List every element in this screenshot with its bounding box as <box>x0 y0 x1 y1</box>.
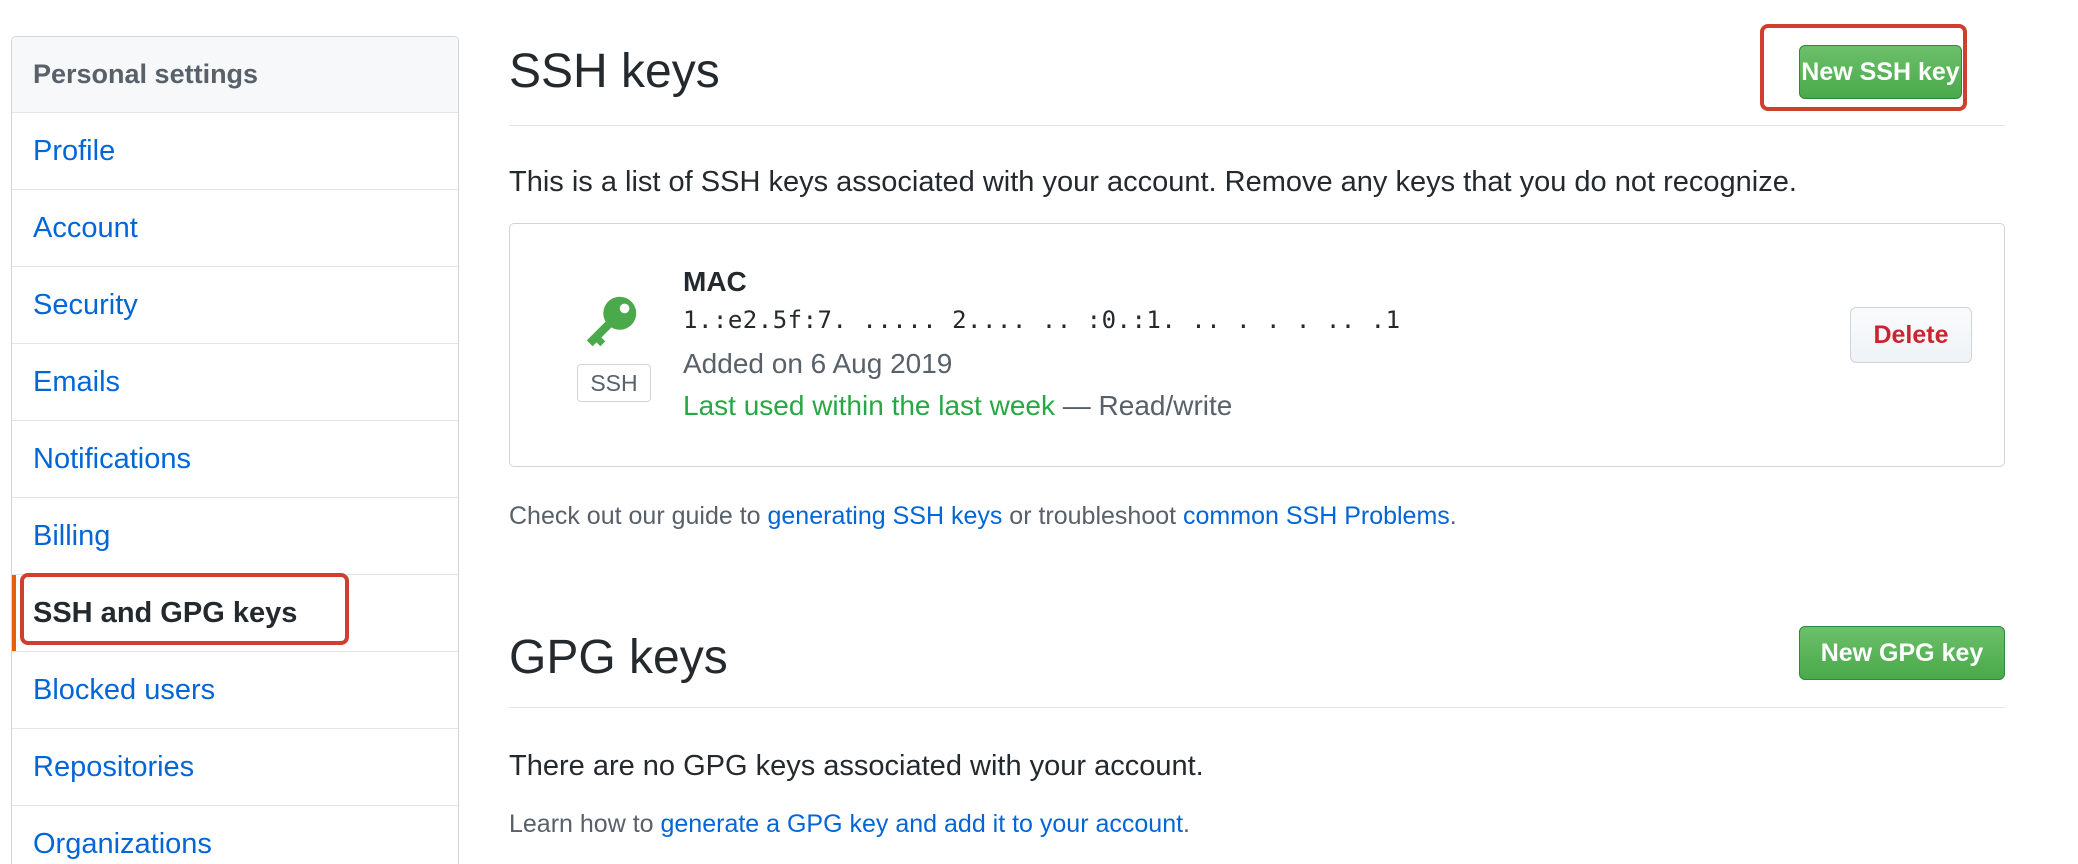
ssh-section-header: SSH keys New SSH key <box>509 0 2005 126</box>
sidebar-header: Personal settings <box>12 37 458 113</box>
gpg-empty-text: There are no GPG keys associated with yo… <box>509 750 1204 782</box>
ssh-tag: SSH <box>577 364 651 402</box>
delete-key-button[interactable]: Delete <box>1850 307 1972 363</box>
key-usage: Last used within the last week — Read/wr… <box>683 390 1232 422</box>
sidebar-item-organizations[interactable]: Organizations <box>12 806 458 864</box>
sidebar-item-profile[interactable]: Profile <box>12 113 458 190</box>
gpg-learn-prefix: Learn how to <box>509 810 661 838</box>
sidebar-item-ssh-gpg-keys[interactable]: SSH and GPG keys <box>12 575 458 652</box>
key-name: MAC <box>683 266 747 297</box>
sidebar-item-notifications[interactable]: Notifications <box>12 421 458 498</box>
ssh-guide-middle: or troubleshoot <box>1002 502 1184 530</box>
ssh-guide-text: Check out our guide to generating SSH ke… <box>509 502 1457 531</box>
key-added-date: Added on 6 Aug 2019 <box>683 348 953 379</box>
sidebar-item-repositories[interactable]: Repositories <box>12 729 458 806</box>
new-ssh-key-button[interactable]: New SSH key <box>1799 45 1962 99</box>
main-content: SSH keys New SSH key This is a list of S… <box>509 0 2005 864</box>
ssh-guide-suffix: . <box>1449 502 1457 530</box>
generate-gpg-key-link[interactable]: generate a GPG key and add it to your ac… <box>661 810 1184 838</box>
ssh-key-item: SSH MAC 1.:e2.5f:7. ..... 2.... .. :0.:1… <box>509 223 2005 467</box>
settings-sidebar: Personal settings Profile Account Securi… <box>11 36 459 864</box>
common-ssh-problems-link[interactable]: common SSH Problems <box>1183 502 1450 530</box>
key-last-used: Last used within the last week <box>683 390 1055 421</box>
new-gpg-key-button[interactable]: New GPG key <box>1799 626 2005 680</box>
ssh-keys-title: SSH keys <box>509 45 720 98</box>
key-access: — Read/write <box>1054 390 1233 421</box>
gpg-learn-suffix: . <box>1183 810 1190 838</box>
ssh-description: This is a list of SSH keys associated wi… <box>509 166 1797 198</box>
gpg-keys-title: GPG keys <box>509 631 728 684</box>
sidebar-item-account[interactable]: Account <box>12 190 458 267</box>
ssh-guide-prefix: Check out our guide to <box>509 502 768 530</box>
generating-ssh-keys-link[interactable]: generating SSH keys <box>768 502 1003 530</box>
sidebar-item-billing[interactable]: Billing <box>12 498 458 575</box>
gpg-learn-text: Learn how to generate a GPG key and add … <box>509 810 1190 839</box>
key-icon <box>586 296 637 347</box>
key-fingerprint: 1.:e2.5f:7. ..... 2.... .. :0.:1. .. . .… <box>683 306 1401 334</box>
sidebar-item-blocked-users[interactable]: Blocked users <box>12 652 458 729</box>
sidebar-item-security[interactable]: Security <box>12 267 458 344</box>
sidebar-item-emails[interactable]: Emails <box>12 344 458 421</box>
gpg-section-header: GPG keys New GPG key <box>509 610 2005 708</box>
